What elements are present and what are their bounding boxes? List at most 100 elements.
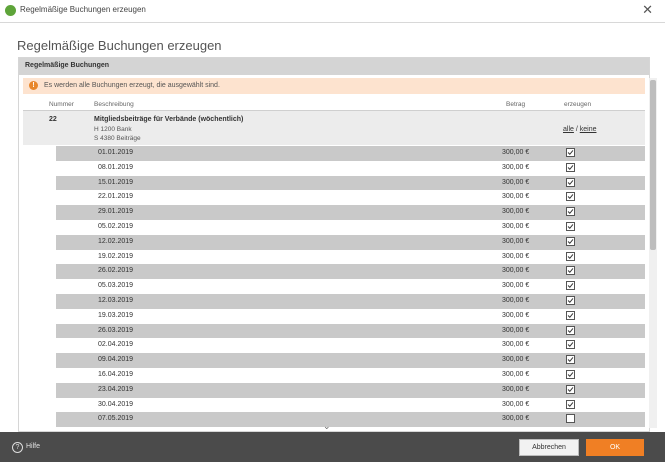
- table-row: 29.01.2019 300,00 €: [56, 205, 645, 220]
- checkmark-icon: [567, 357, 574, 363]
- table-row: 09.04.2019 300,00 €: [56, 353, 645, 368]
- app-icon: [5, 5, 16, 16]
- window-titlebar: Regelmäßige Buchungen erzeugen ✕: [0, 0, 665, 23]
- table-row: 16.04.2019 300,00 €: [56, 367, 645, 383]
- create-checkbox[interactable]: [566, 207, 575, 217]
- column-header-number: Nummer: [49, 101, 74, 108]
- checkmark-icon: [567, 401, 574, 407]
- booking-amount: 300,00 €: [502, 415, 530, 423]
- create-checkbox[interactable]: [566, 236, 575, 246]
- dialog-heading: Regelmäßige Buchungen erzeugen: [17, 38, 222, 53]
- scroll-down-chevron-icon[interactable]: ⌄: [323, 421, 331, 432]
- table-row: 22.01.2019 300,00 €: [56, 190, 645, 206]
- group-title: Mitgliedsbeiträge für Verbände (wöchentl…: [94, 116, 244, 123]
- booking-date: 15.01.2019: [98, 178, 134, 186]
- table-row: 05.03.2019 300,00 €: [56, 279, 645, 294]
- create-checkbox[interactable]: [566, 266, 575, 276]
- ok-button[interactable]: OK: [586, 439, 644, 456]
- column-header-amount: Betrag: [506, 101, 526, 108]
- create-checkbox[interactable]: [566, 399, 575, 409]
- column-header-description: Beschreibung: [94, 101, 134, 108]
- booking-date: 01.01.2019: [98, 149, 134, 156]
- create-checkbox[interactable]: [566, 251, 575, 261]
- booking-amount: 300,00 €: [502, 267, 530, 275]
- select-none-link[interactable]: keine: [580, 126, 597, 133]
- booking-date: 23.04.2019: [98, 385, 134, 393]
- create-checkbox[interactable]: [566, 355, 575, 365]
- checkmark-icon: [567, 150, 574, 155]
- create-checkbox[interactable]: [566, 148, 575, 157]
- create-checkbox[interactable]: [566, 325, 575, 335]
- create-checkbox[interactable]: [566, 295, 575, 305]
- booking-date: 07.05.2019: [98, 415, 134, 423]
- create-checkbox[interactable]: [566, 177, 575, 187]
- cancel-button[interactable]: Abbrechen: [519, 439, 579, 456]
- checkmark-icon: [567, 342, 574, 348]
- table-row: 01.01.2019 300,00 €: [56, 146, 645, 161]
- booking-amount: 300,00 €: [502, 370, 530, 378]
- scrollbar-thumb[interactable]: [650, 80, 656, 250]
- booking-amount: 300,00 €: [502, 222, 530, 230]
- booking-date: 12.03.2019: [98, 296, 134, 304]
- create-checkbox[interactable]: [566, 310, 575, 320]
- checkmark-icon: [567, 327, 574, 333]
- create-checkbox[interactable]: [566, 384, 575, 394]
- checkmark-icon: [567, 253, 574, 259]
- checkmark-icon: [567, 179, 574, 185]
- booking-amount: 300,00 €: [502, 149, 530, 156]
- booking-date: 08.01.2019: [98, 163, 134, 171]
- section-header: Regelmäßige Buchungen: [19, 58, 649, 75]
- booking-date: 22.01.2019: [98, 193, 134, 201]
- checkmark-icon: [567, 238, 574, 244]
- checkmark-icon: [567, 164, 574, 170]
- booking-amount: 300,00 €: [502, 311, 530, 319]
- booking-date: 19.02.2019: [98, 252, 134, 260]
- vertical-scrollbar[interactable]: [649, 78, 657, 428]
- booking-group: 22 Mitgliedsbeiträge für Verbände (wöche…: [23, 111, 645, 145]
- booking-amount: 300,00 €: [502, 400, 530, 408]
- create-checkbox[interactable]: [566, 414, 575, 424]
- checkmark-icon: [567, 283, 574, 289]
- booking-date: 05.02.2019: [98, 222, 134, 230]
- group-credit-account: S 4380 Beiträge: [94, 135, 141, 142]
- booking-amount: 300,00 €: [502, 296, 530, 304]
- group-number: 22: [49, 116, 57, 123]
- booking-date: 12.02.2019: [98, 237, 134, 245]
- booking-date: 02.04.2019: [98, 341, 134, 349]
- booking-date: 26.03.2019: [98, 326, 134, 334]
- link-separator: /: [575, 126, 578, 133]
- info-bar: ! Es werden alle Buchungen erzeugt, die …: [23, 78, 645, 94]
- column-header-create: erzeugen: [564, 101, 592, 108]
- help-label[interactable]: Hilfe: [26, 443, 40, 450]
- booking-amount: 300,00 €: [502, 178, 530, 186]
- info-text: Es werden alle Buchungen erzeugt, die au…: [44, 82, 220, 89]
- help-icon[interactable]: ?: [12, 442, 23, 453]
- booking-amount: 300,00 €: [502, 163, 530, 171]
- create-checkbox[interactable]: [566, 281, 575, 291]
- bookings-panel: Regelmäßige Buchungen ! Es werden alle B…: [18, 57, 650, 432]
- booking-date: 29.01.2019: [98, 208, 134, 216]
- create-checkbox[interactable]: [566, 162, 575, 172]
- create-checkbox[interactable]: [566, 369, 575, 379]
- create-checkbox[interactable]: [566, 192, 575, 202]
- table-row: 23.04.2019 300,00 €: [56, 382, 645, 398]
- checkmark-icon: [567, 298, 574, 303]
- section-title: Regelmäßige Buchungen: [25, 62, 110, 69]
- create-checkbox[interactable]: [566, 340, 575, 350]
- booking-amount: 300,00 €: [502, 385, 530, 393]
- booking-amount: 300,00 €: [502, 208, 530, 216]
- select-all-link[interactable]: alle: [563, 126, 574, 133]
- checkmark-icon: [567, 312, 574, 318]
- table-row: 12.02.2019 300,00 €: [56, 234, 645, 250]
- booking-date: 30.04.2019: [98, 400, 134, 408]
- booking-date: 16.04.2019: [98, 370, 134, 378]
- select-links: alle / keine: [563, 126, 597, 133]
- close-icon[interactable]: ✕: [642, 3, 653, 17]
- create-checkbox[interactable]: [566, 221, 575, 231]
- booking-amount: 300,00 €: [502, 326, 530, 334]
- table-row: 12.03.2019 300,00 €: [56, 293, 645, 309]
- booking-amount: 300,00 €: [502, 341, 530, 349]
- booking-date: 26.02.2019: [98, 267, 134, 275]
- checkmark-icon: [567, 194, 574, 200]
- booking-amount: 300,00 €: [502, 282, 530, 290]
